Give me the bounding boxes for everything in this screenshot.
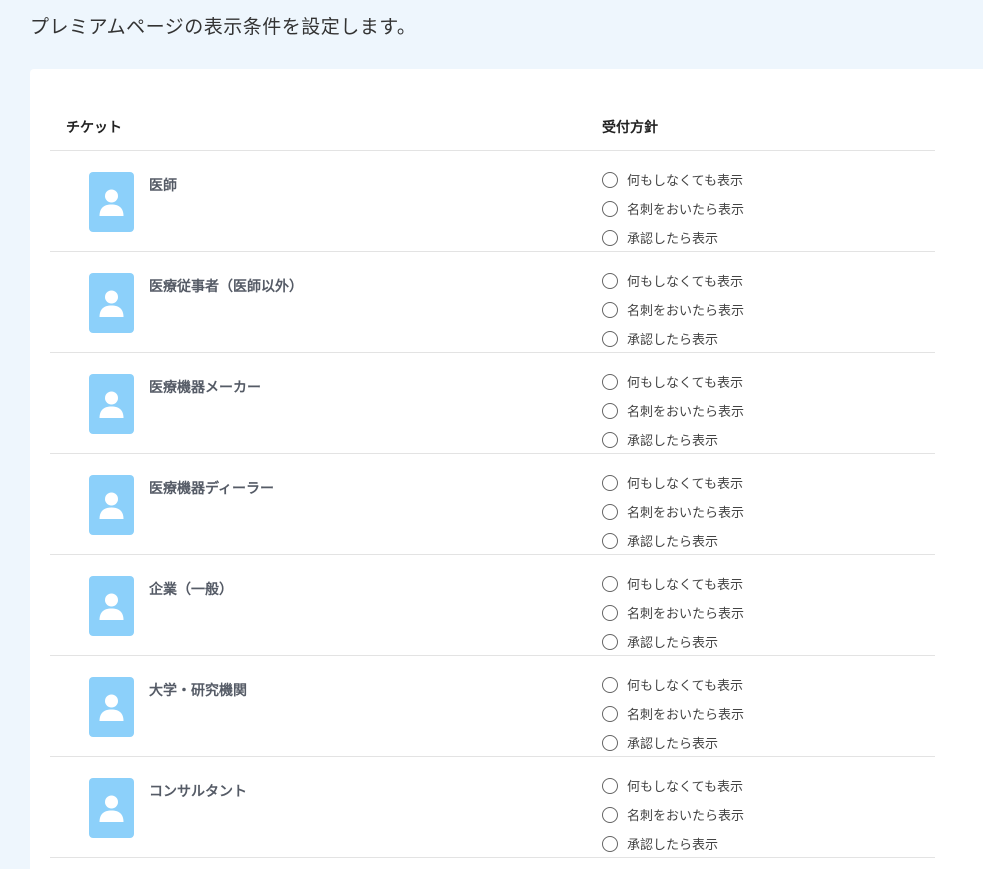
policy-option-label[interactable]: 何もしなくても表示 xyxy=(627,776,743,795)
policy-option-label[interactable]: 承認したら表示 xyxy=(627,228,718,247)
table-row: 医療従事者（医師以外） 何もしなくても表示 名刺をおいたら表示 承認したら表示 xyxy=(50,252,935,353)
radio-icon[interactable] xyxy=(602,575,618,592)
radio-icon[interactable] xyxy=(602,301,618,318)
policy-option-label[interactable]: 名刺をおいたら表示 xyxy=(627,603,744,622)
policy-option[interactable]: 名刺をおいたら表示 xyxy=(602,800,744,829)
table-row: 医師 何もしなくても表示 名刺をおいたら表示 承認したら表示 xyxy=(50,151,935,252)
ticket-name: 医師 xyxy=(149,178,177,194)
person-icon xyxy=(89,576,134,636)
policy-option[interactable]: 承認したら表示 xyxy=(602,526,744,555)
policy-option-label[interactable]: 名刺をおいたら表示 xyxy=(627,401,744,420)
policy-radio-group: 何もしなくても表示 名刺をおいたら表示 承認したら表示 xyxy=(602,165,744,252)
policy-option[interactable]: 名刺をおいたら表示 xyxy=(602,194,744,223)
radio-icon[interactable] xyxy=(602,734,618,751)
policy-option[interactable]: 何もしなくても表示 xyxy=(602,670,744,699)
policy-radio-group: 何もしなくても表示 名刺をおいたら表示 承認したら表示 xyxy=(602,569,744,656)
radio-icon[interactable] xyxy=(602,200,618,217)
radio-icon[interactable] xyxy=(602,474,618,491)
policy-option-label[interactable]: 承認したら表示 xyxy=(627,834,718,853)
table-row: 医療機器ディーラー 何もしなくても表示 名刺をおいたら表示 承認したら表示 xyxy=(50,454,935,555)
policy-option[interactable]: 何もしなくても表示 xyxy=(602,266,744,295)
policy-option-label[interactable]: 何もしなくても表示 xyxy=(627,574,743,593)
radio-icon[interactable] xyxy=(602,806,618,823)
policy-option[interactable]: 承認したら表示 xyxy=(602,425,744,454)
policy-option[interactable]: 何もしなくても表示 xyxy=(602,165,744,194)
policy-option-label[interactable]: 何もしなくても表示 xyxy=(627,372,743,391)
table-row: 企業（一般） 何もしなくても表示 名刺をおいたら表示 承認したら表示 xyxy=(50,555,935,656)
radio-icon[interactable] xyxy=(602,777,618,794)
policy-option[interactable]: 何もしなくても表示 xyxy=(602,367,744,396)
policy-option-label[interactable]: 何もしなくても表示 xyxy=(627,473,743,492)
table-row: 大学・研究機関 何もしなくても表示 名刺をおいたら表示 承認したら表示 xyxy=(50,656,935,757)
page-description: プレミアムページの表示条件を設定します。 xyxy=(30,16,417,38)
person-icon xyxy=(89,778,134,838)
policy-option[interactable]: 承認したら表示 xyxy=(602,627,744,656)
radio-icon[interactable] xyxy=(602,402,618,419)
column-header-ticket: チケット xyxy=(66,120,122,136)
policy-option[interactable]: 名刺をおいたら表示 xyxy=(602,396,744,425)
radio-icon[interactable] xyxy=(602,633,618,650)
person-icon xyxy=(89,677,134,737)
policy-option[interactable]: 承認したら表示 xyxy=(602,829,744,858)
ticket-name: 医療従事者（医師以外） xyxy=(149,279,303,295)
policy-option-label[interactable]: 名刺をおいたら表示 xyxy=(627,704,744,723)
policy-option-label[interactable]: 何もしなくても表示 xyxy=(627,170,743,189)
policy-radio-group: 何もしなくても表示 名刺をおいたら表示 承認したら表示 xyxy=(602,367,744,454)
policy-option[interactable]: 名刺をおいたら表示 xyxy=(602,699,744,728)
table-header: チケット 受付方針 xyxy=(50,109,935,151)
ticket-name: 大学・研究機関 xyxy=(149,683,247,699)
policy-radio-group: 何もしなくても表示 名刺をおいたら表示 承認したら表示 xyxy=(602,670,744,757)
policy-option-label[interactable]: 名刺をおいたら表示 xyxy=(627,300,744,319)
ticket-name: 医療機器メーカー xyxy=(149,380,261,396)
radio-icon[interactable] xyxy=(602,373,618,390)
policy-option-label[interactable]: 何もしなくても表示 xyxy=(627,675,743,694)
radio-icon[interactable] xyxy=(602,604,618,621)
policy-option-label[interactable]: 承認したら表示 xyxy=(627,733,718,752)
radio-icon[interactable] xyxy=(602,431,618,448)
policy-option[interactable]: 名刺をおいたら表示 xyxy=(602,598,744,627)
policy-option-label[interactable]: 承認したら表示 xyxy=(627,531,718,550)
policy-option[interactable]: 何もしなくても表示 xyxy=(602,569,744,598)
policy-option-label[interactable]: 承認したら表示 xyxy=(627,430,718,449)
radio-icon[interactable] xyxy=(602,835,618,852)
person-icon xyxy=(89,273,134,333)
radio-icon[interactable] xyxy=(602,272,618,289)
radio-icon[interactable] xyxy=(602,503,618,520)
ticket-rows: 医師 何もしなくても表示 名刺をおいたら表示 承認したら表示 医療従事者（医師以外） 何も… xyxy=(50,151,935,858)
person-icon xyxy=(89,172,134,232)
policy-option-label[interactable]: 何もしなくても表示 xyxy=(627,271,743,290)
ticket-name: 企業（一般） xyxy=(149,582,233,598)
policy-option[interactable]: 承認したら表示 xyxy=(602,223,744,252)
policy-radio-group: 何もしなくても表示 名刺をおいたら表示 承認したら表示 xyxy=(602,468,744,555)
column-header-policy: 受付方針 xyxy=(602,120,658,136)
ticket-policy-panel: チケット 受付方針 医師 何もしなくても表示 名刺をおいたら表示 承認したら表示 医療従… xyxy=(30,69,983,869)
table-row: 医療機器メーカー 何もしなくても表示 名刺をおいたら表示 承認したら表示 xyxy=(50,353,935,454)
policy-option-label[interactable]: 名刺をおいたら表示 xyxy=(627,502,744,521)
radio-icon[interactable] xyxy=(602,532,618,549)
ticket-name: コンサルタント xyxy=(149,784,247,800)
policy-option[interactable]: 名刺をおいたら表示 xyxy=(602,497,744,526)
policy-option[interactable]: 承認したら表示 xyxy=(602,324,744,353)
table-row: コンサルタント 何もしなくても表示 名刺をおいたら表示 承認したら表示 xyxy=(50,757,935,858)
radio-icon[interactable] xyxy=(602,229,618,246)
policy-option[interactable]: 何もしなくても表示 xyxy=(602,468,744,497)
policy-option-label[interactable]: 承認したら表示 xyxy=(627,632,718,651)
policy-radio-group: 何もしなくても表示 名刺をおいたら表示 承認したら表示 xyxy=(602,266,744,353)
policy-option-label[interactable]: 承認したら表示 xyxy=(627,329,718,348)
policy-option[interactable]: 名刺をおいたら表示 xyxy=(602,295,744,324)
policy-option-label[interactable]: 名刺をおいたら表示 xyxy=(627,199,744,218)
radio-icon[interactable] xyxy=(602,330,618,347)
person-icon xyxy=(89,374,134,434)
radio-icon[interactable] xyxy=(602,705,618,722)
policy-option[interactable]: 何もしなくても表示 xyxy=(602,771,744,800)
ticket-name: 医療機器ディーラー xyxy=(149,481,275,497)
radio-icon[interactable] xyxy=(602,676,618,693)
policy-radio-group: 何もしなくても表示 名刺をおいたら表示 承認したら表示 xyxy=(602,771,744,858)
person-icon xyxy=(89,475,134,535)
policy-option[interactable]: 承認したら表示 xyxy=(602,728,744,757)
policy-option-label[interactable]: 名刺をおいたら表示 xyxy=(627,805,744,824)
radio-icon[interactable] xyxy=(602,171,618,188)
